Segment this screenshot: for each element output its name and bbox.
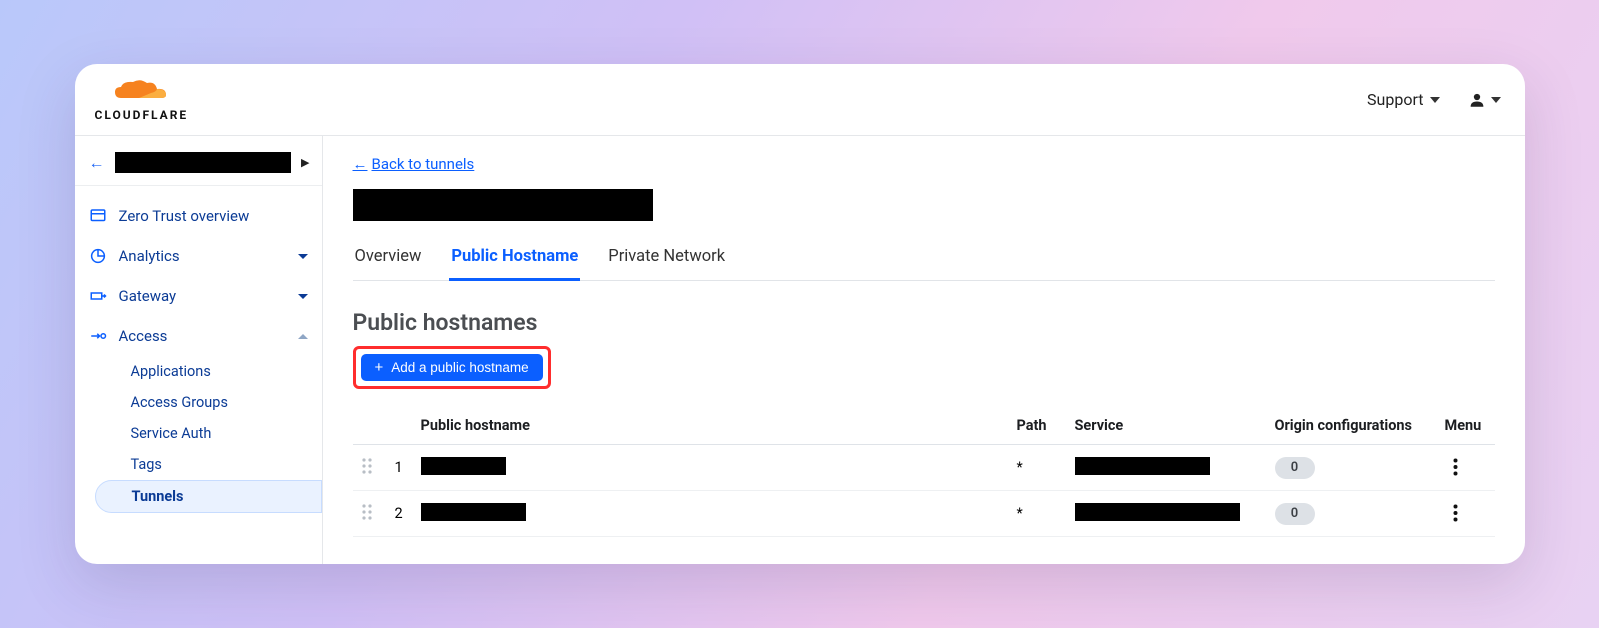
subnav-access-groups[interactable]: Access Groups <box>121 387 322 418</box>
app-body: ← ▶ Zero Trust overview Analytics Gatewa… <box>75 136 1525 564</box>
chevron-up-icon <box>298 334 308 339</box>
sidebar-item-gateway[interactable]: Gateway <box>75 276 322 316</box>
hostname-redacted <box>421 503 526 521</box>
subnav-tunnels[interactable]: Tunnels <box>95 480 322 513</box>
subnav-applications[interactable]: Applications <box>121 356 322 387</box>
chevron-down-icon <box>298 294 308 299</box>
service-redacted <box>1075 503 1240 521</box>
main-content: ← Back to tunnels Overview Public Hostna… <box>323 136 1525 564</box>
hostname-redacted <box>421 457 506 475</box>
th-path: Path <box>1009 407 1067 445</box>
sidebar: ← ▶ Zero Trust overview Analytics Gatewa… <box>75 136 323 564</box>
th-menu: Menu <box>1437 407 1495 445</box>
gateway-icon <box>89 287 107 305</box>
add-public-hostname-button[interactable]: + Add a public hostname <box>361 354 543 381</box>
row-menu-button[interactable] <box>1445 501 1466 525</box>
org-name-redacted <box>115 152 292 173</box>
tab-private-network[interactable]: Private Network <box>606 239 727 281</box>
org-switcher[interactable]: ← ▶ <box>75 146 322 186</box>
user-menu[interactable] <box>1468 91 1501 109</box>
chevron-down-icon <box>1491 97 1501 103</box>
support-label: Support <box>1367 90 1423 109</box>
tunnel-tabs: Overview Public Hostname Private Network <box>353 239 1495 281</box>
callout-highlight: + Add a public hostname <box>353 346 551 389</box>
sidebar-item-label: Access <box>119 327 168 345</box>
sidebar-item-analytics[interactable]: Analytics <box>75 236 322 276</box>
subnav-tags[interactable]: Tags <box>121 449 322 480</box>
origin-count-badge: 0 <box>1275 457 1315 479</box>
tunnel-name-redacted <box>353 189 653 221</box>
sidebar-item-zero-trust-overview[interactable]: Zero Trust overview <box>75 196 322 236</box>
section-title: Public hostnames <box>353 309 1495 336</box>
row-path: * <box>1009 491 1067 537</box>
hostnames-table: Public hostname Path Service Origin conf… <box>353 407 1495 537</box>
app-header: CLOUDFLARE Support <box>75 64 1525 136</box>
arrow-left-icon: ← <box>353 155 368 173</box>
brand-logo: CLOUDFLARE <box>91 78 189 122</box>
row-index: 2 <box>387 491 413 537</box>
th-service: Service <box>1067 407 1267 445</box>
chevron-down-icon <box>298 254 308 259</box>
subnav-service-auth[interactable]: Service Auth <box>121 418 322 449</box>
chevron-down-icon <box>1430 97 1440 103</box>
analytics-icon <box>89 247 107 265</box>
back-link-label: Back to tunnels <box>372 155 475 173</box>
th-hostname: Public hostname <box>413 407 1009 445</box>
table-row: 1 * 0 <box>353 445 1495 491</box>
cloud-icon <box>111 78 171 106</box>
th-origin: Origin configurations <box>1267 407 1437 445</box>
user-icon <box>1468 91 1486 109</box>
origin-count-badge: 0 <box>1275 503 1315 525</box>
sidebar-item-access[interactable]: Access <box>75 316 322 356</box>
service-redacted <box>1075 457 1210 475</box>
drag-handle-icon[interactable] <box>361 457 373 475</box>
add-button-label: Add a public hostname <box>391 360 528 375</box>
th-index <box>387 407 413 445</box>
sidebar-item-label: Zero Trust overview <box>119 207 250 225</box>
back-arrow-icon[interactable]: ← <box>89 155 105 171</box>
back-to-tunnels-link[interactable]: ← Back to tunnels <box>353 155 475 173</box>
app-window: CLOUDFLARE Support ← ▶ <box>75 64 1525 564</box>
drag-handle-icon[interactable] <box>361 503 373 521</box>
sidebar-item-label: Analytics <box>119 247 180 265</box>
access-icon <box>89 327 107 345</box>
plus-icon: + <box>375 360 384 375</box>
brand-name: CLOUDFLARE <box>95 108 189 122</box>
access-subnav: Applications Access Groups Service Auth … <box>75 356 322 513</box>
sidebar-item-label: Gateway <box>119 287 177 305</box>
hostnames-tbody: 1 * 0 2 * 0 <box>353 445 1495 537</box>
row-path: * <box>1009 445 1067 491</box>
sidebar-nav: Zero Trust overview Analytics Gateway Ac… <box>75 186 322 513</box>
th-drag <box>353 407 387 445</box>
chevron-right-icon: ▶ <box>301 156 309 169</box>
row-index: 1 <box>387 445 413 491</box>
support-dropdown[interactable]: Support <box>1367 90 1439 109</box>
tab-overview[interactable]: Overview <box>353 239 424 281</box>
tab-public-hostname[interactable]: Public Hostname <box>449 239 580 281</box>
row-menu-button[interactable] <box>1445 455 1466 479</box>
header-right: Support <box>1367 90 1500 109</box>
table-row: 2 * 0 <box>353 491 1495 537</box>
dashboard-icon <box>89 207 107 225</box>
